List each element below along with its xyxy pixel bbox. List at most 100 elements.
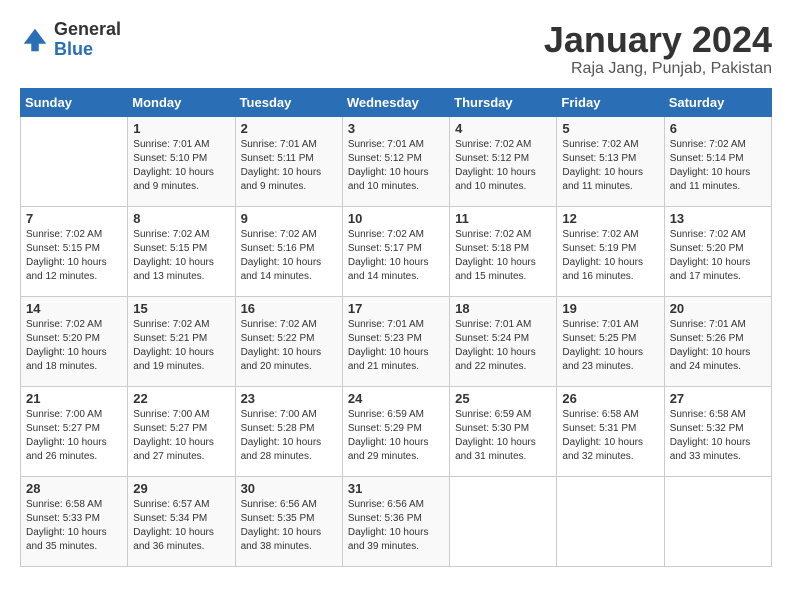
header-saturday: Saturday xyxy=(664,88,771,116)
day-number: 11 xyxy=(455,211,551,226)
day-info: Sunrise: 7:02 AM Sunset: 5:13 PM Dayligh… xyxy=(562,138,658,194)
logo-general: General xyxy=(54,20,121,40)
calendar-cell: 26 Sunrise: 6:58 AM Sunset: 5:31 PM Dayli… xyxy=(557,386,664,476)
calendar-week-2: 7 Sunrise: 7:02 AM Sunset: 5:15 PM Daylig… xyxy=(21,206,772,296)
logo: General Blue xyxy=(20,20,121,60)
calendar-cell: 25Sunrise: 6:59 AM Sunset: 5:30 PM Dayli… xyxy=(450,386,557,476)
calendar-subtitle: Raja Jang, Punjab, Pakistan xyxy=(544,60,772,78)
calendar-cell: 11 Sunrise: 7:02 AM Sunset: 5:18 PM Dayli… xyxy=(450,206,557,296)
day-number: 14 xyxy=(26,301,122,316)
calendar-week-3: 14 Sunrise: 7:02 AM Sunset: 5:20 PM Dayli… xyxy=(21,296,772,386)
calendar-cell: 12 Sunrise: 7:02 AM Sunset: 5:19 PM Dayli… xyxy=(557,206,664,296)
header-sunday: Sunday xyxy=(21,88,128,116)
calendar-cell: 27 Sunrise: 6:58 AM Sunset: 5:32 PM Dayli… xyxy=(664,386,771,476)
day-number: 26 xyxy=(562,391,658,406)
page-header: General Blue January 2024 Raja Jang, Pun… xyxy=(20,20,772,78)
day-info: Sunrise: 7:02 AM Sunset: 5:21 PM Dayligh… xyxy=(133,318,229,374)
day-info: Sunrise: 7:01 AM Sunset: 5:26 PM Dayligh… xyxy=(670,318,766,374)
calendar-cell: 24Sunrise: 6:59 AM Sunset: 5:29 PM Dayli… xyxy=(342,386,449,476)
day-number: 31 xyxy=(348,481,444,496)
calendar-cell: 3 Sunrise: 7:01 AM Sunset: 5:12 PM Daylig… xyxy=(342,116,449,206)
calendar-cell: 10 Sunrise: 7:02 AM Sunset: 5:17 PM Dayli… xyxy=(342,206,449,296)
day-info: Sunrise: 6:56 AM Sunset: 5:35 PM Dayligh… xyxy=(241,498,337,554)
calendar-cell: 18 Sunrise: 7:01 AM Sunset: 5:24 PM Dayli… xyxy=(450,296,557,386)
day-info: Sunrise: 6:58 AM Sunset: 5:32 PM Dayligh… xyxy=(670,408,766,464)
calendar-cell: 9 Sunrise: 7:02 AM Sunset: 5:16 PM Daylig… xyxy=(235,206,342,296)
day-info: Sunrise: 7:02 AM Sunset: 5:15 PM Dayligh… xyxy=(133,228,229,284)
calendar-cell: 13Sunrise: 7:02 AM Sunset: 5:20 PM Dayli… xyxy=(664,206,771,296)
calendar-week-4: 21 Sunrise: 7:00 AM Sunset: 5:27 PM Dayli… xyxy=(21,386,772,476)
calendar-cell: 4 Sunrise: 7:02 AM Sunset: 5:12 PM Daylig… xyxy=(450,116,557,206)
calendar-cell: 30 Sunrise: 6:56 AM Sunset: 5:35 PM Dayli… xyxy=(235,476,342,566)
day-number: 17 xyxy=(348,301,444,316)
calendar-cell: 2Sunrise: 7:01 AM Sunset: 5:11 PM Daylig… xyxy=(235,116,342,206)
day-number: 12 xyxy=(562,211,658,226)
day-info: Sunrise: 7:01 AM Sunset: 5:12 PM Dayligh… xyxy=(348,138,444,194)
calendar-cell xyxy=(557,476,664,566)
header-wednesday: Wednesday xyxy=(342,88,449,116)
calendar-cell: 21 Sunrise: 7:00 AM Sunset: 5:27 PM Dayli… xyxy=(21,386,128,476)
day-info: Sunrise: 6:57 AM Sunset: 5:34 PM Dayligh… xyxy=(133,498,229,554)
calendar-week-5: 28 Sunrise: 6:58 AM Sunset: 5:33 PM Dayli… xyxy=(21,476,772,566)
day-info: Sunrise: 6:59 AM Sunset: 5:29 PM Dayligh… xyxy=(348,408,444,464)
day-number: 22 xyxy=(133,391,229,406)
day-number: 20 xyxy=(670,301,766,316)
day-info: Sunrise: 7:01 AM Sunset: 5:24 PM Dayligh… xyxy=(455,318,551,374)
calendar-cell: 28 Sunrise: 6:58 AM Sunset: 5:33 PM Dayli… xyxy=(21,476,128,566)
day-info: Sunrise: 7:02 AM Sunset: 5:12 PM Dayligh… xyxy=(455,138,551,194)
calendar-cell: 17 Sunrise: 7:01 AM Sunset: 5:23 PM Dayli… xyxy=(342,296,449,386)
logo-icon xyxy=(20,25,50,55)
day-number: 9 xyxy=(241,211,337,226)
calendar-cell: 14 Sunrise: 7:02 AM Sunset: 5:20 PM Dayli… xyxy=(21,296,128,386)
calendar-cell: 1Sunrise: 7:01 AM Sunset: 5:10 PM Daylig… xyxy=(128,116,235,206)
calendar-cell: 19 Sunrise: 7:01 AM Sunset: 5:25 PM Dayli… xyxy=(557,296,664,386)
day-info: Sunrise: 6:59 AM Sunset: 5:30 PM Dayligh… xyxy=(455,408,551,464)
day-info: Sunrise: 6:58 AM Sunset: 5:31 PM Dayligh… xyxy=(562,408,658,464)
calendar-cell: 6 Sunrise: 7:02 AM Sunset: 5:14 PM Daylig… xyxy=(664,116,771,206)
day-info: Sunrise: 7:02 AM Sunset: 5:17 PM Dayligh… xyxy=(348,228,444,284)
day-info: Sunrise: 7:02 AM Sunset: 5:19 PM Dayligh… xyxy=(562,228,658,284)
day-number: 4 xyxy=(455,121,551,136)
day-info: Sunrise: 7:01 AM Sunset: 5:25 PM Dayligh… xyxy=(562,318,658,374)
header-monday: Monday xyxy=(128,88,235,116)
header-tuesday: Tuesday xyxy=(235,88,342,116)
day-number: 3 xyxy=(348,121,444,136)
day-number: 18 xyxy=(455,301,551,316)
calendar-header-row: SundayMondayTuesdayWednesdayThursdayFrid… xyxy=(21,88,772,116)
day-info: Sunrise: 7:02 AM Sunset: 5:16 PM Dayligh… xyxy=(241,228,337,284)
day-number: 30 xyxy=(241,481,337,496)
day-number: 10 xyxy=(348,211,444,226)
day-info: Sunrise: 7:02 AM Sunset: 5:14 PM Dayligh… xyxy=(670,138,766,194)
calendar-cell: 31Sunrise: 6:56 AM Sunset: 5:36 PM Dayli… xyxy=(342,476,449,566)
day-number: 7 xyxy=(26,211,122,226)
day-number: 19 xyxy=(562,301,658,316)
day-number: 15 xyxy=(133,301,229,316)
calendar-title: January 2024 xyxy=(544,20,772,60)
day-info: Sunrise: 7:00 AM Sunset: 5:27 PM Dayligh… xyxy=(26,408,122,464)
day-info: Sunrise: 7:02 AM Sunset: 5:15 PM Dayligh… xyxy=(26,228,122,284)
calendar-cell: 29 Sunrise: 6:57 AM Sunset: 5:34 PM Dayli… xyxy=(128,476,235,566)
day-number: 6 xyxy=(670,121,766,136)
day-info: Sunrise: 7:02 AM Sunset: 5:22 PM Dayligh… xyxy=(241,318,337,374)
day-number: 2 xyxy=(241,121,337,136)
day-number: 27 xyxy=(670,391,766,406)
day-number: 1 xyxy=(133,121,229,136)
day-info: Sunrise: 7:00 AM Sunset: 5:27 PM Dayligh… xyxy=(133,408,229,464)
day-number: 5 xyxy=(562,121,658,136)
day-number: 23 xyxy=(241,391,337,406)
calendar-cell xyxy=(664,476,771,566)
day-info: Sunrise: 7:00 AM Sunset: 5:28 PM Dayligh… xyxy=(241,408,337,464)
calendar-table: SundayMondayTuesdayWednesdayThursdayFrid… xyxy=(20,88,772,567)
day-info: Sunrise: 7:02 AM Sunset: 5:20 PM Dayligh… xyxy=(26,318,122,374)
logo-text: General Blue xyxy=(54,20,121,60)
calendar-cell: 20 Sunrise: 7:01 AM Sunset: 5:26 PM Dayli… xyxy=(664,296,771,386)
day-number: 21 xyxy=(26,391,122,406)
day-number: 28 xyxy=(26,481,122,496)
calendar-cell: 7 Sunrise: 7:02 AM Sunset: 5:15 PM Daylig… xyxy=(21,206,128,296)
day-info: Sunrise: 7:02 AM Sunset: 5:20 PM Dayligh… xyxy=(670,228,766,284)
calendar-cell: 5 Sunrise: 7:02 AM Sunset: 5:13 PM Daylig… xyxy=(557,116,664,206)
day-info: Sunrise: 7:02 AM Sunset: 5:18 PM Dayligh… xyxy=(455,228,551,284)
day-info: Sunrise: 6:58 AM Sunset: 5:33 PM Dayligh… xyxy=(26,498,122,554)
day-number: 29 xyxy=(133,481,229,496)
day-info: Sunrise: 7:01 AM Sunset: 5:23 PM Dayligh… xyxy=(348,318,444,374)
